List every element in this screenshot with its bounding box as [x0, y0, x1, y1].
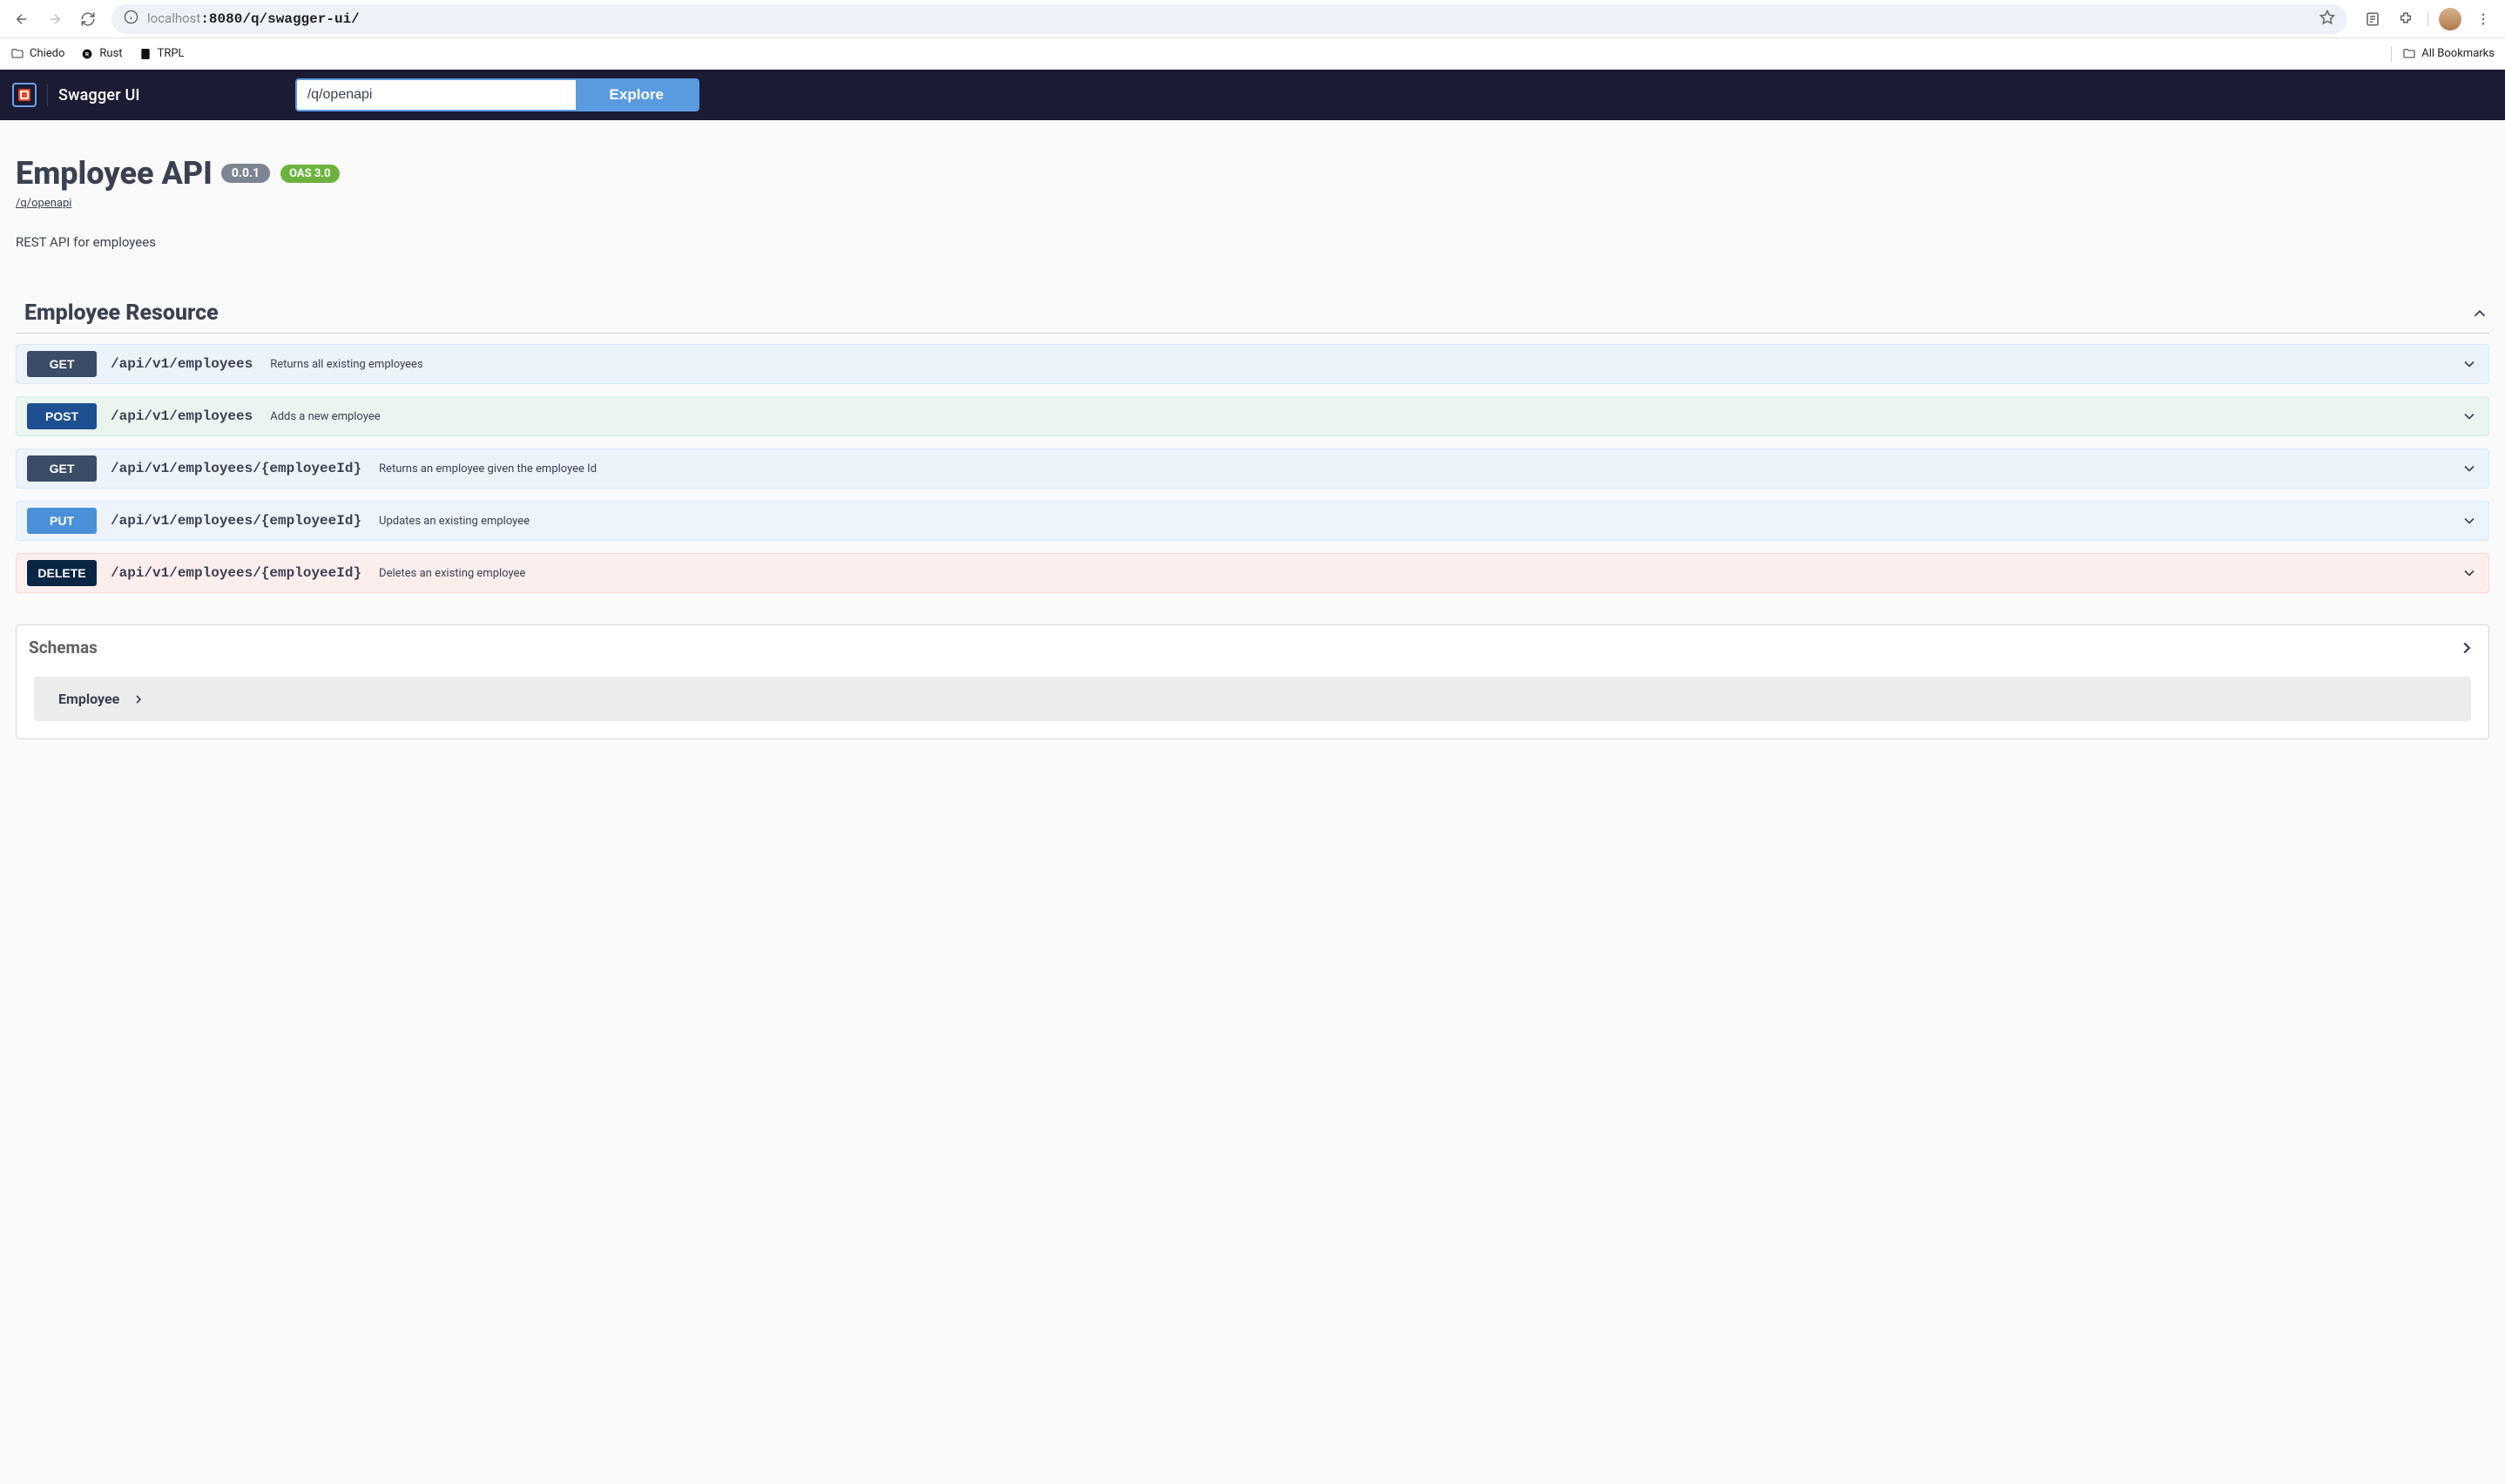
chevron-down-icon: [2461, 408, 2478, 425]
avatar-icon: [2439, 8, 2461, 30]
kebab-menu-icon[interactable]: [2468, 4, 2498, 34]
operation-path: /api/v1/employees/{employeeId}: [111, 565, 361, 581]
forward-button[interactable]: [40, 4, 70, 34]
api-title: Employee API 0.0.1 OAS 3.0: [16, 155, 340, 192]
operation-summary: GET /api/v1/employees Returns all existi…: [17, 345, 2488, 383]
schemas-body: Employee: [17, 670, 2488, 739]
operation-path: /api/v1/employees: [111, 356, 253, 372]
operation-path: /api/v1/employees: [111, 408, 253, 424]
operation-summary: PUT /api/v1/employees/{employeeId} Updat…: [17, 502, 2488, 540]
operation-description: Updates an existing employee: [379, 515, 2447, 528]
api-description: REST API for employees: [16, 234, 2489, 250]
profile-avatar[interactable]: [2435, 4, 2465, 34]
explore-button[interactable]: Explore: [576, 80, 698, 110]
url-text: localhost:8080/q/swagger-ui/: [147, 10, 360, 27]
chevron-right-icon: [2457, 638, 2476, 658]
separator: [2391, 46, 2392, 62]
separator: [47, 84, 48, 106]
operation-summary: DELETE /api/v1/employees/{employeeId} De…: [17, 554, 2488, 592]
book-icon: [138, 47, 152, 61]
swagger-brand-text: Swagger UI: [58, 86, 140, 105]
extensions-icon[interactable]: [2391, 4, 2421, 34]
http-method-badge: PUT: [27, 508, 97, 534]
bookmark-label: Chiedo: [30, 47, 64, 60]
http-method-badge: DELETE: [27, 560, 97, 586]
bookmark-label: All Bookmarks: [2421, 47, 2495, 60]
bookmark-label: Rust: [99, 47, 122, 60]
http-method-badge: GET: [27, 351, 97, 377]
folder-icon: [2402, 47, 2416, 61]
chevron-right-icon: [132, 692, 145, 706]
swagger-page: Employee API 0.0.1 OAS 3.0 /q/openapi RE…: [0, 120, 2505, 1484]
swagger-topbar: Swagger UI Explore: [0, 70, 2505, 120]
operation-summary: POST /api/v1/employees Adds a new employ…: [17, 397, 2488, 435]
openapi-url-input[interactable]: [297, 80, 576, 110]
schema-item-employee[interactable]: Employee: [34, 677, 2471, 721]
http-method-badge: POST: [27, 403, 97, 429]
openapi-link[interactable]: /q/openapi: [16, 197, 2489, 210]
all-bookmarks[interactable]: All Bookmarks: [2402, 47, 2495, 61]
chevron-down-icon: [2461, 564, 2478, 582]
rust-icon: R: [80, 47, 94, 61]
svg-text:R: R: [85, 51, 90, 57]
arrow-right-icon: [47, 11, 63, 27]
operation-description: Adds a new employee: [270, 410, 2447, 423]
back-button[interactable]: [7, 4, 37, 34]
operation-summary: GET /api/v1/employees/{employeeId} Retur…: [17, 449, 2488, 488]
address-bar[interactable]: localhost:8080/q/swagger-ui/: [111, 4, 2347, 34]
chevron-down-icon: [2461, 460, 2478, 477]
operation-delete--api-v1-employees--employeeId-[interactable]: DELETE /api/v1/employees/{employeeId} De…: [16, 553, 2489, 593]
operation-description: Deletes an existing employee: [379, 567, 2447, 580]
operation-list: GET /api/v1/employees Returns all existi…: [16, 344, 2489, 593]
bookmark-rust[interactable]: R Rust: [80, 47, 122, 61]
tag-section: Employee Resource GET /api/v1/employees …: [16, 300, 2489, 593]
operation-path: /api/v1/employees/{employeeId}: [111, 513, 361, 529]
reload-button[interactable]: [73, 4, 103, 34]
folder-icon: [10, 47, 24, 61]
schemas-title: Schemas: [29, 637, 2450, 658]
explore-form: Explore: [295, 78, 699, 111]
chevron-down-icon: [2461, 512, 2478, 530]
site-info-icon[interactable]: [124, 10, 138, 28]
schemas-header[interactable]: Schemas: [17, 625, 2488, 670]
oas-badge: OAS 3.0: [280, 165, 340, 183]
version-badge: 0.0.1: [221, 164, 270, 183]
chevron-down-icon: [2461, 355, 2478, 373]
operation-description: Returns all existing employees: [270, 358, 2447, 371]
bookmark-chiedo[interactable]: Chiedo: [10, 47, 64, 61]
bookmarks-bar: Chiedo R Rust TRPL All Bookmarks: [0, 38, 2505, 70]
bookmark-trpl[interactable]: TRPL: [138, 47, 185, 61]
bookmark-label: TRPL: [158, 47, 185, 60]
schema-name: Employee: [58, 691, 119, 707]
chevron-up-icon: [2470, 304, 2489, 323]
http-method-badge: GET: [27, 455, 97, 482]
operation-post--api-v1-employees[interactable]: POST /api/v1/employees Adds a new employ…: [16, 396, 2489, 436]
operation-get--api-v1-employees[interactable]: GET /api/v1/employees Returns all existi…: [16, 344, 2489, 384]
tag-title: Employee Resource: [16, 300, 2470, 326]
bookmark-star-icon[interactable]: [2319, 10, 2335, 29]
arrow-left-icon: [14, 11, 30, 27]
tag-header[interactable]: Employee Resource: [16, 300, 2489, 334]
browser-toolbar: localhost:8080/q/swagger-ui/: [0, 0, 2505, 38]
operation-put--api-v1-employees--employeeId-[interactable]: PUT /api/v1/employees/{employeeId} Updat…: [16, 501, 2489, 541]
swagger-logo[interactable]: Swagger UI: [12, 83, 140, 107]
operation-description: Returns an employee given the employee I…: [379, 462, 2447, 476]
operation-get--api-v1-employees--employeeId-[interactable]: GET /api/v1/employees/{employeeId} Retur…: [16, 449, 2489, 489]
schemas-section: Schemas Employee: [16, 624, 2489, 739]
reload-icon: [80, 11, 96, 27]
api-header: Employee API 0.0.1 OAS 3.0 /q/openapi RE…: [16, 155, 2489, 250]
reader-mode-icon[interactable]: [2358, 4, 2387, 34]
logo-icon: [12, 83, 37, 107]
operation-path: /api/v1/employees/{employeeId}: [111, 461, 361, 476]
separator: [2427, 11, 2428, 27]
